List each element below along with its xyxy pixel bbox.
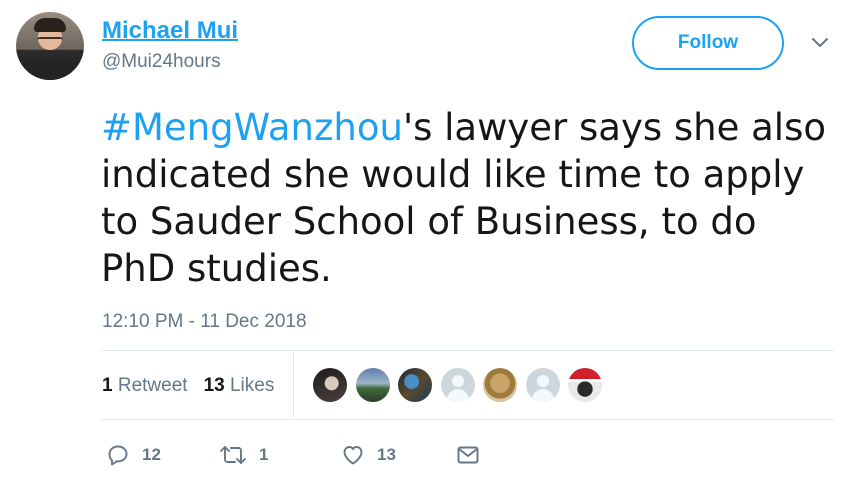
avatar-glasses xyxy=(37,37,63,43)
retweet-icon xyxy=(220,446,246,464)
retweets-count: 1 xyxy=(102,375,113,396)
retweet-button[interactable]: 1 xyxy=(219,443,268,467)
direct-message-button[interactable] xyxy=(456,443,480,467)
liker-avatar[interactable] xyxy=(483,368,517,402)
reply-count: 12 xyxy=(142,445,161,464)
retweets-label: Retweet xyxy=(117,375,188,396)
like-button[interactable]: 13 xyxy=(341,443,396,467)
liker-avatar[interactable] xyxy=(355,368,390,402)
reply-button[interactable]: 12 xyxy=(106,443,161,467)
retweets-stat[interactable]: 1 Retweet xyxy=(102,375,188,396)
liker-avatar[interactable] xyxy=(313,368,347,402)
like-count: 13 xyxy=(377,445,396,464)
caret-down-icon[interactable] xyxy=(810,36,830,50)
direct-message-icon xyxy=(457,446,479,464)
author-name[interactable]: Michael Mui xyxy=(102,17,238,45)
stats-divider xyxy=(293,352,294,418)
liker-default-avatar[interactable] xyxy=(525,368,560,402)
tweet-text: #MengWanzhou's lawyer says she also indi… xyxy=(101,104,841,292)
likes-stat[interactable]: 13 Likes xyxy=(204,375,275,396)
retweet-count: 1 xyxy=(259,445,269,464)
liker-avatar[interactable] xyxy=(398,368,432,402)
author-avatar[interactable] xyxy=(16,12,84,80)
author-handle[interactable]: @Mui24hours xyxy=(102,51,221,73)
divider-bottom xyxy=(101,419,834,420)
divider-top xyxy=(101,350,834,351)
liker-default-avatar[interactable] xyxy=(440,368,475,402)
likes-count: 13 xyxy=(203,375,225,396)
follow-button[interactable]: Follow xyxy=(632,16,784,70)
reply-icon xyxy=(108,445,128,466)
tweet-timestamp[interactable]: 12:10 PM - 11 Dec 2018 xyxy=(102,311,307,333)
hashtag-link[interactable]: #MengWanzhou xyxy=(101,106,403,149)
liker-avatar[interactable] xyxy=(568,368,602,402)
liked-by-avatars xyxy=(313,368,611,404)
avatar-hair xyxy=(34,18,66,32)
tweet-stats: 1 Retweet 13 Likes xyxy=(102,375,274,397)
heart-icon xyxy=(343,446,363,465)
avatar-shirt xyxy=(24,60,76,80)
likes-label: Likes xyxy=(229,375,275,396)
